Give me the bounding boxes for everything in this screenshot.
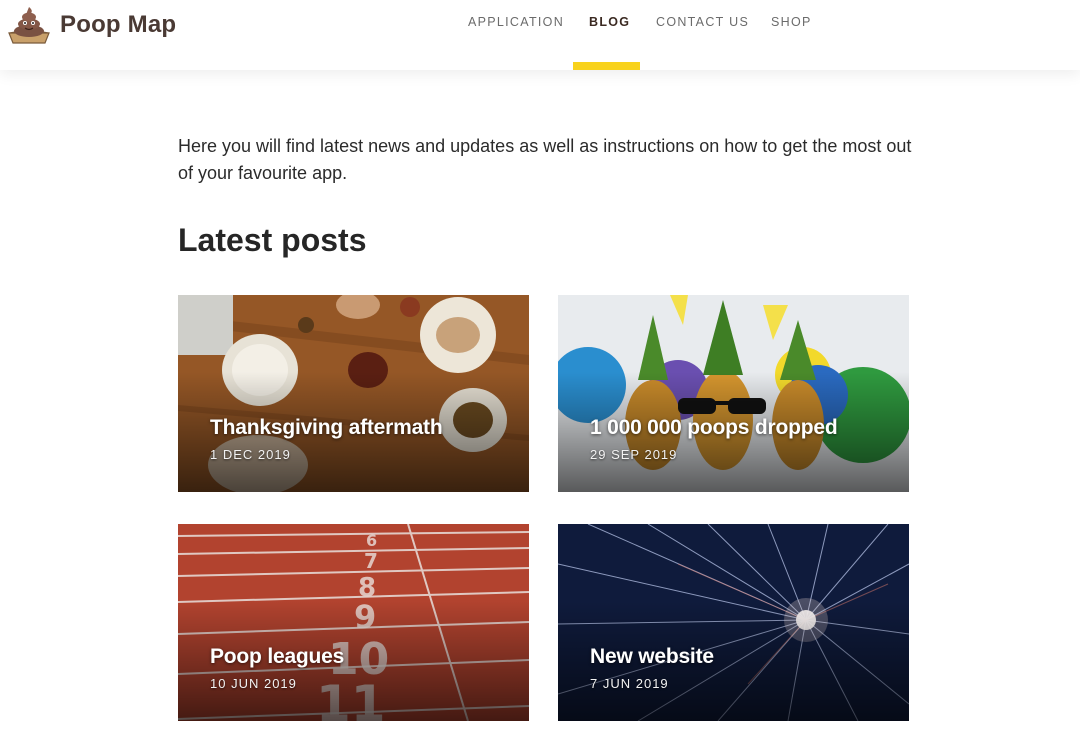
- post-title: 1 000 000 poops dropped: [590, 416, 838, 439]
- nav-item-blog[interactable]: BLOG: [589, 15, 630, 29]
- intro-text: Here you will find latest news and updat…: [178, 136, 912, 183]
- section-title: Latest posts: [178, 222, 367, 258]
- nav-item-contact-us[interactable]: CONTACT US: [656, 15, 749, 29]
- nav-item-application[interactable]: APPLICATION: [468, 15, 564, 29]
- post-title: New website: [590, 645, 714, 668]
- post-title: Poop leagues: [210, 645, 345, 668]
- post-date: 7 JUN 2019: [590, 676, 669, 691]
- nav-item-shop[interactable]: SHOP: [771, 15, 812, 29]
- svg-text:6: 6: [366, 531, 377, 550]
- post-date: 10 JUN 2019: [210, 676, 297, 691]
- post-card-poop-leagues[interactable]: 6 7 8 9 10 11 Poop leagues 10 JUN 2019: [178, 524, 529, 721]
- post-date: 1 DEC 2019: [210, 447, 291, 462]
- post-card-thanksgiving[interactable]: Thanksgiving aftermath 1 DEC 2019: [178, 295, 529, 492]
- svg-text:7: 7: [364, 549, 378, 573]
- main-nav: APPLICATION BLOG CONTACT US SHOP: [0, 0, 1080, 70]
- post-title: Thanksgiving aftermath: [210, 416, 443, 439]
- active-nav-indicator: [573, 62, 640, 70]
- post-card-new-website[interactable]: New website 7 JUN 2019: [558, 524, 909, 721]
- post-card-poops-dropped[interactable]: 1 000 000 poops dropped 29 SEP 2019: [558, 295, 909, 492]
- post-date: 29 SEP 2019: [590, 447, 678, 462]
- site-header: Poop Map APPLICATION BLOG CONTACT US SHO…: [0, 0, 1080, 70]
